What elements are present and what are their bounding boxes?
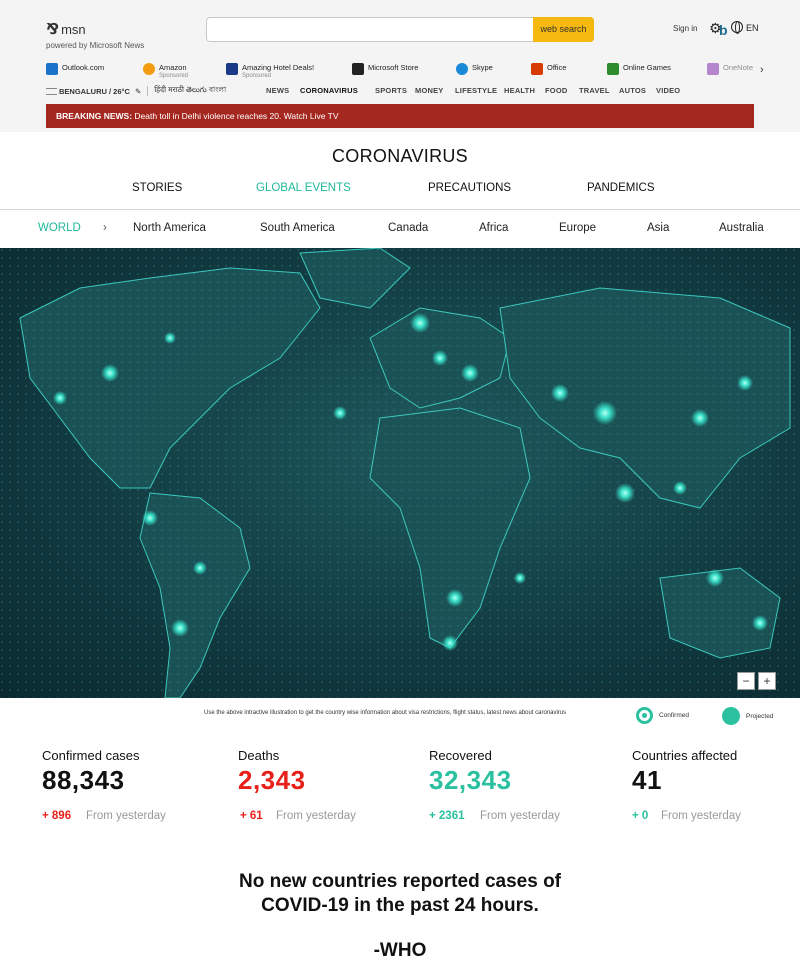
stat-change: + 61 (240, 810, 263, 822)
stat-change: + 2361 (429, 810, 465, 822)
pencil-icon[interactable]: ✎ (135, 87, 141, 96)
msn-logo[interactable]: ⅋ msn powered by Microsoft News (46, 20, 144, 50)
region-europe[interactable]: Europe (559, 222, 596, 234)
quote-attribution: -WHO (373, 940, 427, 961)
tab-global-events[interactable]: GLOBAL EVENTS (256, 182, 351, 194)
nav-autos[interactable]: AUTOS (619, 86, 646, 95)
region-south-america[interactable]: South America (260, 222, 335, 234)
stat-confirmed: Confirmed cases 88,343 + 896 From yester… (42, 748, 166, 822)
quote-line: COVID-19 in the past 24 hours. (261, 895, 539, 916)
zoom-out-button[interactable]: − (737, 672, 755, 690)
chevron-right-icon[interactable]: › (760, 64, 764, 76)
stat-deaths: Deaths 2,343 + 61 From yesterday (238, 748, 356, 822)
projected-marker-icon (722, 707, 740, 725)
booking-icon (226, 63, 238, 75)
store-icon (352, 63, 364, 75)
search-input[interactable] (213, 18, 513, 41)
shortcut-office[interactable]: Office (531, 63, 566, 75)
tab-precautions[interactable]: PRECAUTIONS (428, 182, 511, 194)
nav-food[interactable]: FOOD (545, 86, 567, 95)
stat-label: Countries affected (632, 748, 738, 763)
gear-icon[interactable]: ⚙ (709, 20, 722, 37)
stat-value: 2,343 (238, 765, 306, 795)
region-asia[interactable]: Asia (647, 222, 669, 234)
games-icon (607, 63, 619, 75)
location-bar: BENGALURU / 26°C ✎ हिंदी मराठी తెలుగు বা… (46, 85, 226, 97)
tab-stories[interactable]: STORIES (132, 182, 182, 194)
search-box[interactable]: b web search (206, 17, 728, 42)
shortcuts-bar: Outlook.com Amazon Sponsored Amazing Hote… (46, 63, 766, 83)
outlook-icon (46, 63, 58, 75)
zoom-in-button[interactable]: + (758, 672, 776, 690)
stat-label: Confirmed cases (42, 748, 140, 763)
stat-change: + 896 (42, 810, 72, 822)
stat-from-yesterday: From yesterday (276, 810, 356, 822)
world-map[interactable] (0, 248, 800, 698)
weather-icon (46, 87, 57, 95)
stat-label: Recovered (429, 748, 492, 763)
region-canada[interactable]: Canada (388, 222, 428, 234)
nav-travel[interactable]: TRAVEL (579, 86, 610, 95)
nav-lifestyle[interactable]: LIFESTYLE (455, 86, 497, 95)
stat-from-yesterday: From yesterday (661, 810, 741, 822)
msn-butterfly-icon: ⅋ (46, 21, 60, 38)
divider (147, 86, 149, 96)
shortcut-hotel-deals[interactable]: Amazing Hotel Deals! Sponsored (226, 63, 314, 79)
office-icon (531, 63, 543, 75)
chevron-right-icon: › (103, 222, 107, 234)
stat-value: 41 (632, 765, 662, 795)
onenote-icon (707, 63, 719, 75)
nav-news[interactable]: NEWS (266, 86, 289, 95)
breaking-news-banner[interactable]: BREAKING NEWS: Death toll in Delhi viole… (46, 104, 754, 128)
legend-projected: Projected (722, 707, 773, 725)
logo-subtitle: powered by Microsoft News (46, 41, 145, 50)
region-australia[interactable]: Australia (719, 222, 764, 234)
shortcut-onenote[interactable]: OneNote (707, 63, 753, 75)
logo-text: msn (61, 22, 86, 37)
page-title: CORONAVIRUS (332, 146, 468, 166)
world-map-illustration (0, 248, 800, 698)
language-links[interactable]: हिंदी मराठी తెలుగు বাংলা (154, 85, 226, 97)
shortcut-skype[interactable]: Skype (456, 63, 493, 75)
header-bar: ⅋ msn powered by Microsoft News b web sea… (0, 0, 800, 132)
tab-pandemics[interactable]: PANDEMICS (587, 182, 655, 194)
shortcut-online-games[interactable]: Online Games (607, 63, 671, 75)
nav-coronavirus[interactable]: CORONAVIRUS (300, 86, 358, 95)
location-weather[interactable]: BENGALURU / 26°C (59, 87, 130, 96)
divider (0, 209, 800, 210)
map-caption: Use the above intractive illustration to… (204, 710, 567, 716)
breaking-label: BREAKING NEWS: (56, 111, 133, 121)
stat-value: 88,343 (42, 765, 125, 795)
stat-label: Deaths (238, 748, 280, 763)
region-africa[interactable]: Africa (479, 222, 508, 234)
who-quote: No new countries reported cases of COVID… (0, 870, 800, 918)
shortcut-microsoft-store[interactable]: Microsoft Store (352, 63, 418, 75)
stat-from-yesterday: From yesterday (86, 810, 166, 822)
stat-from-yesterday: From yesterday (480, 810, 560, 822)
breaking-text: Death toll in Delhi violence reaches 20.… (134, 111, 339, 121)
globe-icon[interactable] (731, 21, 743, 34)
shortcut-amazon[interactable]: Amazon Sponsored (143, 63, 188, 79)
stat-value: 32,343 (429, 765, 512, 795)
legend-confirmed: Confirmed (636, 707, 689, 724)
amazon-icon (143, 63, 155, 75)
nav-sports[interactable]: SPORTS (375, 86, 407, 95)
language-selector[interactable]: EN (746, 23, 759, 33)
skype-icon (456, 63, 468, 75)
region-world[interactable]: WORLD (38, 222, 81, 234)
shortcut-outlook[interactable]: Outlook.com (46, 63, 104, 75)
nav-video[interactable]: VIDEO (656, 86, 680, 95)
region-north-america[interactable]: North America (133, 222, 206, 234)
web-search-button[interactable]: web search (533, 17, 594, 42)
confirmed-marker-icon (636, 707, 653, 724)
nav-health[interactable]: HEALTH (504, 86, 535, 95)
nav-money[interactable]: MONEY (415, 86, 444, 95)
stat-countries: Countries affected 41 + 0 From yesterday (632, 748, 741, 822)
stat-recovered: Recovered 32,343 + 2361 From yesterday (429, 748, 560, 822)
stat-change: + 0 (632, 810, 649, 822)
quote-line: No new countries reported cases of (238, 871, 562, 892)
sign-in-link[interactable]: Sign in (673, 24, 697, 33)
